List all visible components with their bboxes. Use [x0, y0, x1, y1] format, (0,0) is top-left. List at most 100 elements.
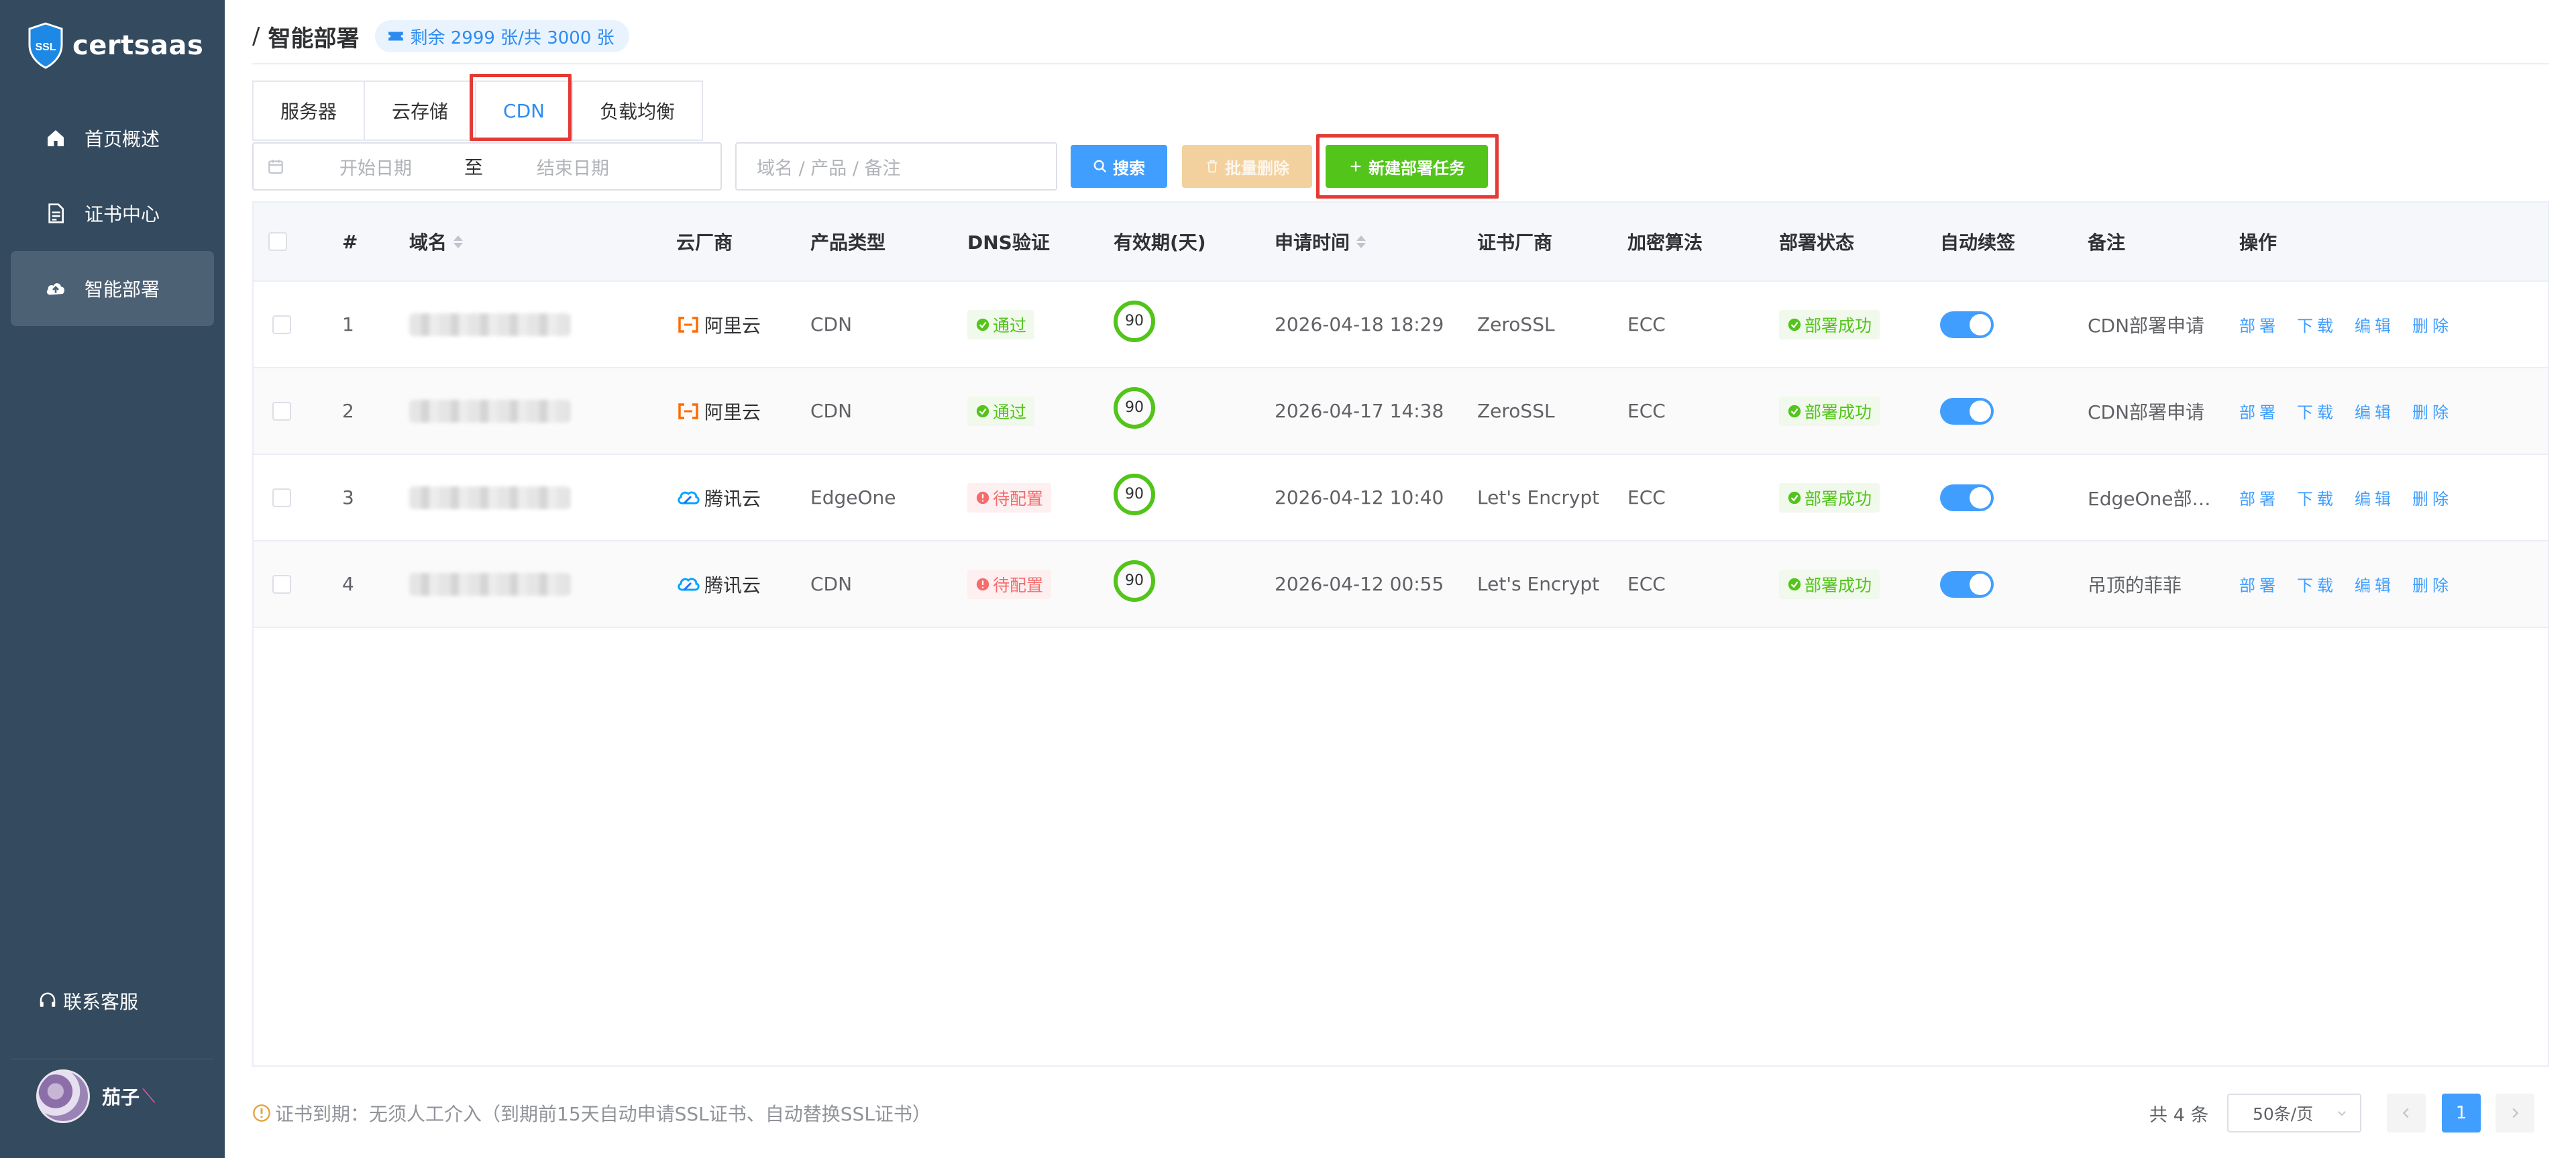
- dns-status: 通过: [967, 368, 1035, 454]
- page-size-value: 50条/页: [2253, 1104, 2314, 1124]
- table-row: 4 腾讯云 CDN 待配置 90 2026-04-12 00:55 Let's …: [254, 541, 2548, 628]
- header-divider: [252, 63, 2549, 64]
- tab-server[interactable]: 服务器: [252, 81, 364, 141]
- edit-action[interactable]: 编辑: [2355, 399, 2395, 423]
- batch-delete-button[interactable]: 批量删除: [1182, 145, 1312, 188]
- auto-renew-toggle[interactable]: [1940, 570, 1994, 598]
- row-index: 2: [342, 400, 354, 422]
- check-circle-icon: [1788, 318, 1801, 331]
- deploy-action[interactable]: 部署: [2239, 486, 2279, 509]
- edit-action[interactable]: 编辑: [2355, 572, 2395, 596]
- new-deploy-task-button[interactable]: 新建部署任务: [1326, 145, 1488, 188]
- page-number-current[interactable]: 1: [2442, 1094, 2481, 1133]
- row-checkbox[interactable]: [272, 574, 291, 594]
- column-header-domain[interactable]: 域名: [409, 203, 464, 280]
- app-root: SSL certsaas 首页概述 证书中心 智能部署 联系客服 茄子 ⟍ / …: [0, 0, 2576, 1158]
- select-all-checkbox[interactable]: [268, 232, 287, 251]
- download-action[interactable]: 下载: [2297, 486, 2337, 509]
- trash-icon: [1207, 160, 1218, 173]
- sort-icon[interactable]: [453, 235, 464, 248]
- user-profile[interactable]: 茄子 ⟍: [36, 1069, 156, 1123]
- download-action[interactable]: 下载: [2297, 313, 2337, 336]
- edit-action[interactable]: 编辑: [2355, 486, 2395, 509]
- table-row: 2 阿里云 CDN 通过 90 2026-04-17 14:38 ZeroSSL…: [254, 368, 2548, 455]
- product-type: CDN: [810, 313, 853, 335]
- aliyun-icon: [676, 402, 700, 421]
- contact-support-link[interactable]: 联系客服: [38, 986, 138, 1016]
- sidebar-item-home[interactable]: 首页概述: [11, 101, 214, 176]
- row-checkbox[interactable]: [272, 488, 291, 507]
- avatar: [36, 1069, 90, 1123]
- tab-load-balancer[interactable]: 负载均衡: [572, 81, 704, 141]
- start-date-input[interactable]: 开始日期: [339, 154, 412, 180]
- chevron-down-icon: [2338, 1111, 2346, 1116]
- row-index: 4: [342, 573, 354, 595]
- column-header-ca: 证书厂商: [1477, 231, 1553, 254]
- row-checkbox[interactable]: [272, 315, 291, 334]
- date-range-picker[interactable]: 开始日期 至 结束日期: [252, 142, 722, 191]
- domain-redacted: [409, 541, 570, 627]
- page-header: / 智能部署 剩余 2999 张/共 3000 张: [252, 16, 629, 56]
- tencent-cloud-icon: [676, 575, 700, 594]
- download-action[interactable]: 下载: [2297, 572, 2337, 596]
- note: CDN部署申请: [2088, 314, 2205, 337]
- end-date-input[interactable]: 结束日期: [537, 154, 609, 180]
- delete-action[interactable]: 删除: [2412, 572, 2453, 596]
- search-icon: [1093, 160, 1107, 173]
- row-checkbox[interactable]: [272, 401, 291, 421]
- deploy-action[interactable]: 部署: [2239, 313, 2279, 336]
- alert-circle-icon: [976, 491, 989, 504]
- new-task-label: 新建部署任务: [1368, 158, 1465, 178]
- batch-delete-label: 批量删除: [1225, 158, 1289, 178]
- breadcrumb-separator: /: [252, 23, 260, 50]
- product-type: CDN: [810, 573, 853, 595]
- row-actions: 部署 下载 编辑 删除: [2239, 455, 2470, 540]
- cert-authority: Let's Encrypt: [1477, 486, 1600, 509]
- auto-renew-cell: [1940, 455, 1994, 540]
- row-index: 3: [342, 486, 354, 509]
- product-type: CDN: [810, 400, 853, 422]
- ssl-shield-icon: SSL: [27, 22, 64, 69]
- search-input[interactable]: 域名 / 产品 / 备注: [735, 142, 1057, 191]
- sidebar-item-smart-deploy[interactable]: 智能部署: [11, 251, 214, 326]
- validity-days: 90: [1114, 368, 1155, 454]
- search-button[interactable]: 搜索: [1071, 145, 1167, 188]
- row-actions: 部署 下载 编辑 删除: [2239, 541, 2470, 627]
- table-row: 1 阿里云 CDN 通过 90 2026-04-18 18:29 ZeroSSL…: [254, 282, 2548, 368]
- check-circle-icon: [1788, 491, 1801, 504]
- edit-action[interactable]: 编辑: [2355, 313, 2395, 336]
- product-type: EdgeOne: [810, 486, 896, 509]
- user-name: 茄子: [102, 1086, 140, 1108]
- table-row: 3 腾讯云 EdgeOne 待配置 90 2026-04-12 10:40 Le…: [254, 455, 2548, 541]
- tab-cloud-storage[interactable]: 云存储: [364, 81, 476, 141]
- delete-action[interactable]: 删除: [2412, 313, 2453, 336]
- download-action[interactable]: 下载: [2297, 399, 2337, 423]
- auto-renew-cell: [1940, 541, 1994, 627]
- sidebar-item-certificates[interactable]: 证书中心: [11, 176, 214, 251]
- check-circle-icon: [976, 405, 989, 417]
- encryption-algorithm: ECC: [1627, 486, 1666, 509]
- tab-cdn[interactable]: CDN: [475, 81, 572, 141]
- calendar-icon: [267, 158, 284, 175]
- deploy-action[interactable]: 部署: [2239, 572, 2279, 596]
- document-icon: [44, 202, 67, 225]
- column-header-applied-time[interactable]: 申请时间: [1275, 203, 1366, 280]
- delete-action[interactable]: 删除: [2412, 486, 2453, 509]
- auto-renew-toggle[interactable]: [1940, 397, 1994, 425]
- expiry-info-text: 证书到期：无须人工介入（到期前15天自动申请SSL证书、自动替换SSL证书）: [275, 1103, 931, 1125]
- deploy-action[interactable]: 部署: [2239, 399, 2279, 423]
- auto-renew-toggle[interactable]: [1940, 484, 1994, 511]
- plus-icon: [1350, 161, 1361, 172]
- logo[interactable]: SSL certsaas: [27, 19, 203, 72]
- page-size-select[interactable]: 50条/页: [2227, 1094, 2361, 1133]
- search-button-label: 搜索: [1113, 158, 1145, 178]
- column-header-dns: DNS验证: [967, 231, 1050, 254]
- cert-authority: ZeroSSL: [1477, 400, 1555, 422]
- delete-action[interactable]: 删除: [2412, 399, 2453, 423]
- next-page-button[interactable]: [2496, 1094, 2534, 1133]
- sort-icon[interactable]: [1356, 235, 1366, 248]
- total-count: 共 4 条: [2149, 1104, 2209, 1126]
- vendor-cell: 腾讯云: [676, 455, 761, 540]
- prev-page-button[interactable]: [2387, 1094, 2426, 1133]
- auto-renew-toggle[interactable]: [1940, 311, 1994, 338]
